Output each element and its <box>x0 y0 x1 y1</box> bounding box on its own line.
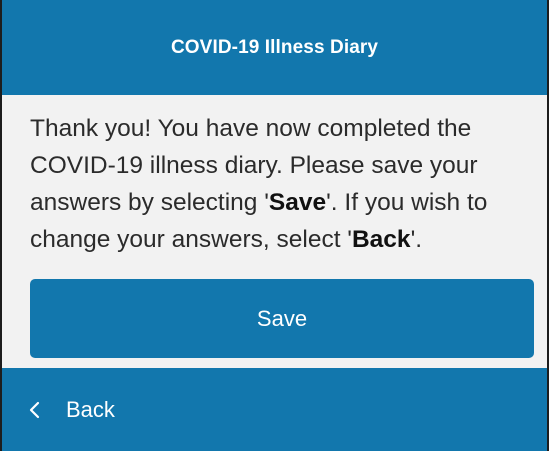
main-content: Thank you! You have now completed the CO… <box>2 95 547 358</box>
chevron-left-icon <box>29 401 40 418</box>
page-title: COVID-19 Illness Diary <box>170 36 379 58</box>
message-save-word: Save <box>268 189 327 216</box>
back-button-label: Back <box>66 396 115 422</box>
header-bar: COVID-19 Illness Diary <box>2 0 547 95</box>
completion-message: Thank you! You have now completed the CO… <box>30 110 520 258</box>
save-button-label: Save <box>256 305 308 331</box>
message-text-3: '. <box>410 226 423 253</box>
app-window: COVID-19 Illness Diary Thank you! You ha… <box>0 0 549 451</box>
message-back-word: Back <box>351 226 411 253</box>
footer-bar: Back <box>2 368 547 451</box>
save-button[interactable]: Save <box>30 279 534 358</box>
back-button[interactable]: Back <box>28 397 115 423</box>
